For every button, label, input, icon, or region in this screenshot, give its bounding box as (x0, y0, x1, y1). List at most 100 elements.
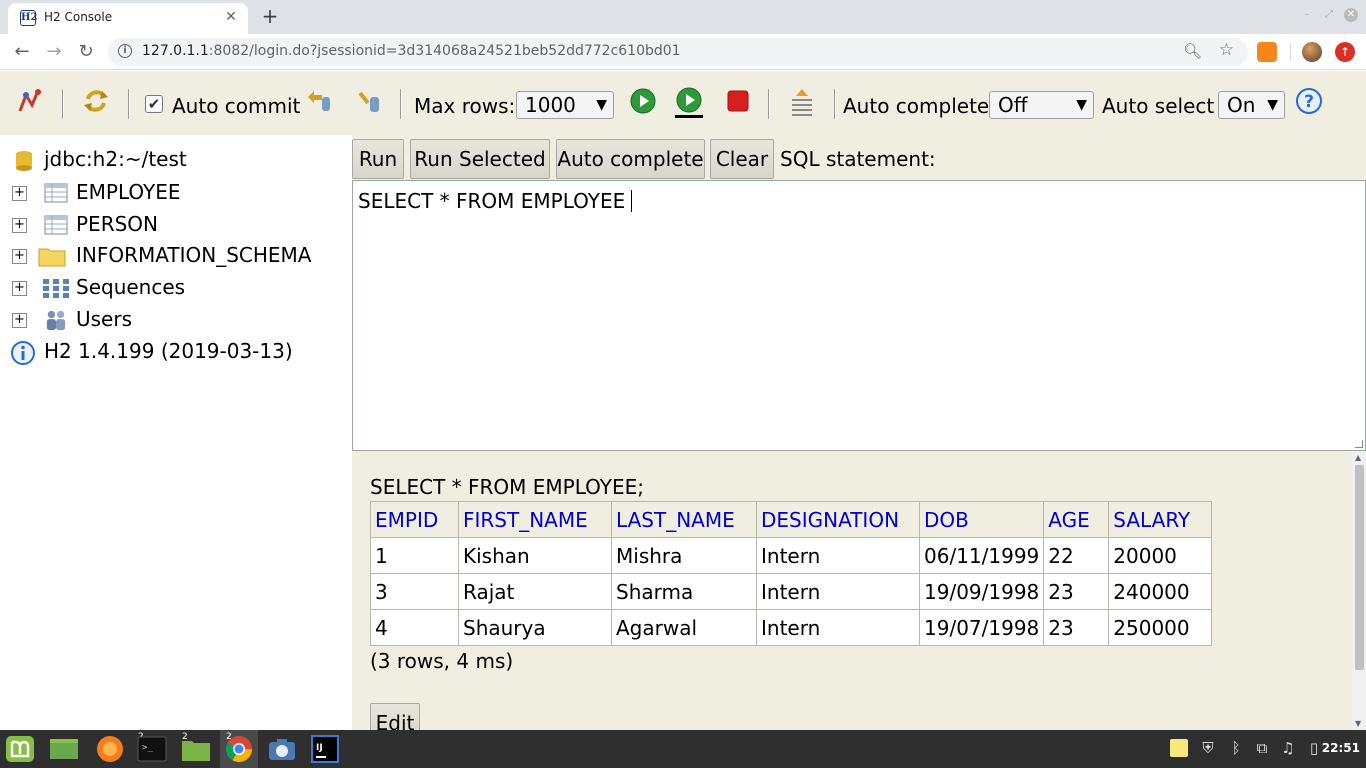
refresh-icon[interactable] (82, 87, 110, 115)
column-header[interactable]: FIRST_NAME (458, 501, 612, 538)
table-cell: 20000 (1108, 537, 1213, 574)
intellij-icon[interactable]: IJ (309, 734, 341, 764)
results-scrollbar[interactable]: ▲ ▼ (1352, 451, 1366, 730)
network-tray-icon[interactable]: ⧉ (1252, 739, 1272, 757)
query-panel: Run Run Selected Auto complete Clear SQL… (352, 135, 1366, 730)
rollback-icon[interactable] (304, 87, 332, 115)
profile-avatar-icon[interactable] (1302, 42, 1322, 62)
tab-close-icon[interactable]: ✕ (222, 8, 240, 26)
tree-item-employee[interactable]: + EMPLOYEE (0, 180, 352, 208)
run-selected-icon[interactable] (675, 87, 703, 119)
text-caret (631, 190, 633, 212)
table-cell: 3 (370, 573, 459, 610)
url-text[interactable]: 127.0.1.1:8082/login.do?jsessionid=3d314… (142, 43, 681, 59)
clock[interactable]: 22:51 (1322, 741, 1360, 755)
browser-toolbar: ← → ↻ i 127.0.1.1:8082/login.do?jsession… (0, 34, 1366, 70)
url-host: 127.0.1.1 (142, 43, 209, 59)
zoom-icon[interactable]: 🔍︎ (1183, 42, 1202, 60)
bluetooth-tray-icon[interactable]: ᛒ (1226, 739, 1246, 757)
database-icon (16, 151, 32, 171)
result-query-echo: SELECT * FROM EMPLOYEE; (370, 475, 645, 499)
update-arrow-icon[interactable]: ↑ (1335, 42, 1355, 62)
sql-editor-text[interactable]: SELECT * FROM EMPLOYEE (358, 189, 633, 213)
column-header[interactable]: AGE (1043, 501, 1110, 538)
sound-tray-icon[interactable]: ♫ (1278, 739, 1298, 757)
auto-complete-button[interactable]: Auto complete (556, 139, 705, 179)
svg-text:IJ: IJ (316, 743, 323, 753)
sql-text: SELECT * FROM EMPLOYEE (358, 189, 626, 213)
commit-icon[interactable] (356, 87, 384, 115)
reload-icon[interactable]: ↻ (74, 40, 98, 64)
stop-icon[interactable] (724, 87, 752, 115)
sql-editor[interactable]: SELECT * FROM EMPLOYEE (352, 180, 1366, 451)
tree-item-users[interactable]: + Users (0, 307, 352, 335)
auto-complete-select[interactable]: Off ▼ (989, 91, 1094, 119)
run-selected-button[interactable]: Run Selected (410, 139, 550, 179)
scrollbar-thumb[interactable] (1355, 465, 1364, 670)
terminal-icon[interactable]: >_ (136, 734, 168, 764)
browser-tab-strip: H2 H2 Console ✕ + – ⤢ ✕ (0, 0, 1366, 34)
auto-select-select[interactable]: On ▼ (1218, 91, 1285, 119)
expand-icon[interactable]: + (12, 281, 27, 296)
resize-grip-icon[interactable] (1355, 440, 1363, 448)
toolbar-divider (1290, 42, 1291, 62)
shield-tray-icon[interactable]: ⛨ (1198, 739, 1218, 757)
mint-menu-icon[interactable] (4, 734, 36, 764)
table-cell: 19/09/1998 (918, 573, 1045, 610)
table-cell: Sharma (611, 573, 757, 610)
column-header[interactable]: DOB (918, 501, 1045, 538)
help-icon[interactable]: ? (1295, 87, 1323, 115)
minimize-window-icon[interactable]: – (1300, 8, 1314, 22)
metamask-extension-icon[interactable] (1257, 42, 1277, 62)
new-tab-button[interactable]: + (258, 4, 282, 28)
chrome-icon[interactable] (223, 734, 255, 764)
toolbar-separator (768, 89, 770, 119)
row-count-text: (3 rows, 4 ms) (370, 649, 514, 673)
column-header[interactable]: DESIGNATION (756, 501, 920, 538)
column-header[interactable]: LAST_NAME (611, 501, 757, 538)
column-header[interactable]: EMPID (370, 501, 459, 538)
expand-icon[interactable]: + (12, 313, 27, 328)
table-cell: Kishan (458, 537, 612, 574)
firefox-icon[interactable] (94, 734, 126, 764)
scroll-up-icon[interactable]: ▲ (1355, 453, 1361, 462)
maximize-window-icon[interactable]: ⤢ (1322, 8, 1336, 22)
back-arrow-icon[interactable]: ← (10, 40, 34, 64)
file-manager-icon[interactable] (180, 734, 212, 764)
clear-button[interactable]: Clear (710, 139, 774, 179)
tree-item-sequences[interactable]: + Sequences (0, 275, 352, 303)
edit-button[interactable]: Edit (370, 703, 420, 730)
column-header[interactable]: SALARY (1108, 501, 1213, 538)
scroll-down-icon[interactable]: ▼ (1355, 719, 1361, 728)
tree-item-person[interactable]: + PERSON (0, 212, 352, 240)
toolbar-separator (834, 89, 836, 119)
table-row: 4 Shaurya Agarwal Intern 19/07/1998 23 2… (370, 609, 1213, 646)
schema-tree: jdbc:h2:~/test + EMPLOYEE + PERSON + INF… (0, 135, 352, 730)
notes-tray-icon[interactable] (1170, 739, 1188, 757)
table-cell: Intern (756, 573, 920, 610)
auto-commit-label: Auto commit (172, 94, 301, 118)
max-rows-select[interactable]: 1000 ▼ (516, 91, 614, 119)
disconnect-icon[interactable] (16, 87, 44, 115)
chevron-down-icon: ▼ (1076, 97, 1087, 113)
run-play-icon[interactable] (629, 87, 657, 115)
tree-item-information-schema[interactable]: + INFORMATION_SCHEMA (0, 243, 352, 271)
expand-icon[interactable]: + (12, 186, 27, 201)
history-icon[interactable] (788, 87, 816, 121)
bookmark-star-icon[interactable]: ☆ (1219, 40, 1234, 60)
forward-arrow-icon[interactable]: → (42, 40, 66, 64)
tree-item-label: INFORMATION_SCHEMA (76, 243, 312, 267)
screenshot-camera-icon[interactable] (266, 734, 298, 764)
run-button[interactable]: Run (352, 139, 404, 179)
expand-icon[interactable]: + (12, 218, 27, 233)
expand-icon[interactable]: + (12, 249, 27, 264)
address-bar[interactable]: i 127.0.1.1:8082/login.do?jsessionid=3d3… (108, 38, 1248, 66)
auto-commit-checkbox[interactable]: ✔ (145, 95, 163, 113)
chevron-down-icon: ▼ (1267, 97, 1278, 113)
show-desktop-icon[interactable] (48, 734, 80, 764)
browser-tab-h2-console[interactable]: H2 H2 Console ✕ (8, 3, 248, 34)
table-cell: 4 (370, 609, 459, 646)
site-info-icon[interactable]: i (118, 44, 132, 58)
max-rows-value: 1000 (525, 93, 576, 117)
close-window-icon[interactable]: ✕ (1344, 8, 1358, 22)
